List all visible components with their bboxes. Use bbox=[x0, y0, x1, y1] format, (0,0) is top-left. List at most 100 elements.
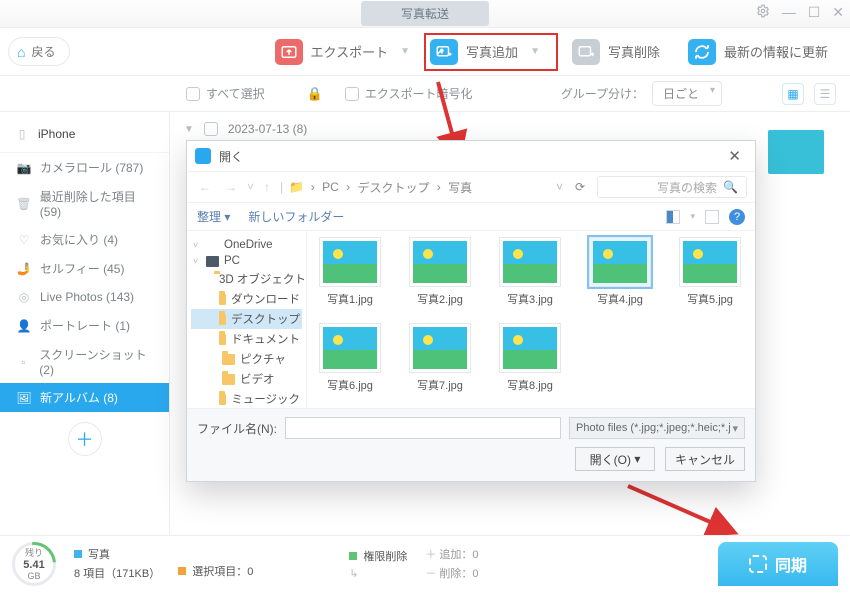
device-header[interactable]: ▯ iPhone bbox=[0, 116, 169, 153]
dot-icon bbox=[178, 567, 186, 575]
organize-menu[interactable]: 整理 ▾ bbox=[197, 208, 230, 225]
file-item[interactable]: 写真8.jpg bbox=[495, 323, 565, 393]
dot-icon bbox=[349, 552, 357, 560]
delete-photo-icon bbox=[572, 39, 600, 65]
filetype-select[interactable]: Photo files (*.jpg;*.jpeg;*.heic;*.j bbox=[569, 417, 745, 439]
filename-input[interactable] bbox=[285, 417, 561, 439]
sidebar-item[interactable]: 👤ポートレート (1) bbox=[0, 311, 169, 340]
group-label: グループ分け： bbox=[561, 85, 644, 102]
file-item[interactable]: 写真1.jpg bbox=[315, 237, 385, 307]
folder-tree[interactable]: ˅OneDrive˅PC3D オブジェクトダウンロードデスクトップドキュメントピ… bbox=[187, 231, 307, 408]
add-photo-icon bbox=[430, 39, 458, 65]
refresh-button[interactable]: 最新の情報に更新 bbox=[674, 33, 842, 71]
file-thumbnail bbox=[589, 237, 651, 287]
folder-icon bbox=[222, 354, 235, 365]
add-photo-button[interactable]: 写真追加 ▼ bbox=[424, 33, 558, 71]
sidebar-item[interactable]: 🤳セルフィー (45) bbox=[0, 254, 169, 283]
sidebar-item[interactable]: 🖼新アルバム (8) bbox=[0, 383, 169, 412]
dialog-footer: ファイル名(N): Photo files (*.jpg;*.jpeg;*.he… bbox=[187, 408, 755, 481]
file-item[interactable]: 写真4.jpg bbox=[585, 237, 655, 307]
group-select[interactable]: 日ごと bbox=[652, 81, 722, 106]
new-folder-button[interactable]: 新しいフォルダー bbox=[248, 208, 344, 225]
file-thumbnail bbox=[319, 323, 381, 373]
folder-icon bbox=[206, 256, 219, 267]
photo-thumbnail[interactable] bbox=[768, 130, 824, 174]
add-count: 追加：0 bbox=[439, 549, 478, 561]
tree-node[interactable]: ミュージック bbox=[191, 389, 302, 408]
file-item[interactable]: 写真6.jpg bbox=[315, 323, 385, 393]
album-icon: 👤 bbox=[16, 318, 32, 334]
sidebar-item[interactable]: ◎Live Photos (143) bbox=[0, 283, 169, 311]
folder-icon bbox=[219, 314, 226, 325]
export-button[interactable]: エクスポート ▼ bbox=[261, 33, 425, 71]
search-icon: 🔍 bbox=[723, 180, 738, 194]
add-album-button[interactable]: ＋ bbox=[68, 422, 102, 456]
dialog-close-button[interactable]: ✕ bbox=[722, 147, 747, 165]
nav-up-icon[interactable]: ↑ bbox=[260, 180, 274, 194]
album-icon: ♡ bbox=[16, 232, 32, 248]
open-button[interactable]: 開く(O) ▾ bbox=[575, 447, 655, 471]
main-toolbar: ⌂ 戻る エクスポート ▼ 写真追加 ▼ 写真削除 最新の情報に更新 bbox=[0, 28, 850, 76]
sidebar-item[interactable]: 🗑最近削除した項目 (59) bbox=[0, 182, 169, 225]
sync-button[interactable]: 同期 bbox=[718, 542, 838, 586]
back-button[interactable]: ⌂ 戻る bbox=[8, 37, 70, 66]
nav-forward-icon[interactable]: → bbox=[221, 180, 241, 194]
lock-icon: 🔒 bbox=[307, 86, 323, 102]
file-item[interactable]: 写真2.jpg bbox=[405, 237, 475, 307]
checkbox-icon bbox=[204, 122, 218, 136]
phone-icon: ▯ bbox=[14, 126, 30, 142]
file-item[interactable]: 写真5.jpg bbox=[675, 237, 745, 307]
folder-icon bbox=[219, 334, 226, 345]
chevron-down-icon: ▼ bbox=[400, 46, 410, 57]
delete-photo-button[interactable]: 写真削除 bbox=[558, 33, 674, 71]
checkbox-icon bbox=[345, 87, 359, 101]
sidebar-item[interactable]: 📷カメラロール (787) bbox=[0, 153, 169, 182]
file-item[interactable]: 写真3.jpg bbox=[495, 237, 565, 307]
album-icon: ◎ bbox=[16, 289, 32, 305]
file-list[interactable]: 写真1.jpg 写真2.jpg 写真3.jpg 写真4.jpg 写真5.jpg 写真6.j… bbox=[307, 231, 755, 408]
sync-icon bbox=[749, 555, 767, 573]
sidebar: ▯ iPhone 📷カメラロール (787)🗑最近削除した項目 (59)♡お気に… bbox=[0, 112, 170, 535]
preview-pane-icon[interactable] bbox=[705, 210, 719, 224]
select-all-checkbox[interactable]: すべて選択 bbox=[186, 85, 265, 102]
tree-node[interactable]: ビデオ bbox=[191, 369, 302, 389]
sub-toolbar: すべて選択 🔒 エクスポート暗号化 グループ分け： 日ごと ▦ ☰ bbox=[0, 76, 850, 112]
nav-refresh-icon[interactable]: ⟳ bbox=[569, 180, 591, 194]
tree-node[interactable]: ˅OneDrive bbox=[191, 237, 302, 253]
file-thumbnail bbox=[409, 237, 471, 287]
breadcrumb[interactable]: 📁 › PC › デスクトップ › 写真 bbox=[289, 179, 472, 196]
filename-label: ファイル名(N): bbox=[197, 420, 277, 437]
album-icon: 📷 bbox=[16, 160, 32, 176]
folder-icon bbox=[206, 240, 219, 251]
home-icon: ⌂ bbox=[17, 44, 25, 60]
tree-node[interactable]: デスクトップ bbox=[191, 309, 302, 329]
file-item[interactable]: 写真7.jpg bbox=[405, 323, 475, 393]
sidebar-item[interactable]: ♡お気に入り (4) bbox=[0, 225, 169, 254]
tree-node[interactable]: ダウンロード bbox=[191, 289, 302, 309]
date-group-header[interactable]: ▼ 2023-07-13 (8) bbox=[184, 122, 836, 136]
chevron-down-icon: ▼ bbox=[530, 46, 540, 57]
collapse-icon: ▼ bbox=[184, 124, 194, 135]
minimize-icon[interactable]: — bbox=[782, 4, 796, 21]
maximize-icon[interactable]: ☐ bbox=[808, 4, 821, 21]
close-icon[interactable]: ✕ bbox=[832, 4, 844, 21]
file-thumbnail bbox=[499, 237, 561, 287]
view-mode-icon[interactable] bbox=[666, 210, 680, 224]
search-input[interactable]: 写真の検索 🔍 bbox=[597, 176, 747, 198]
sidebar-item[interactable]: ▫スクリーンショット (2) bbox=[0, 340, 169, 383]
nav-back-icon[interactable]: ← bbox=[195, 180, 215, 194]
tree-node[interactable]: 3D オブジェクト bbox=[191, 269, 302, 289]
folder-icon bbox=[222, 374, 235, 385]
cancel-button[interactable]: キャンセル bbox=[665, 447, 745, 471]
help-icon[interactable]: ? bbox=[729, 209, 745, 225]
grid-view-button[interactable]: ▦ bbox=[782, 83, 804, 105]
tree-node[interactable]: ピクチャ bbox=[191, 349, 302, 369]
back-label: 戻る bbox=[31, 43, 55, 60]
tree-node[interactable]: ˅PC bbox=[191, 253, 302, 269]
export-icon bbox=[275, 39, 303, 65]
delete-count: 削除：0 bbox=[439, 568, 478, 580]
settings-icon[interactable] bbox=[756, 4, 770, 21]
title-bar: 写真転送 — ☐ ✕ bbox=[0, 0, 850, 28]
list-view-button[interactable]: ☰ bbox=[814, 83, 836, 105]
tree-node[interactable]: ドキュメント bbox=[191, 329, 302, 349]
